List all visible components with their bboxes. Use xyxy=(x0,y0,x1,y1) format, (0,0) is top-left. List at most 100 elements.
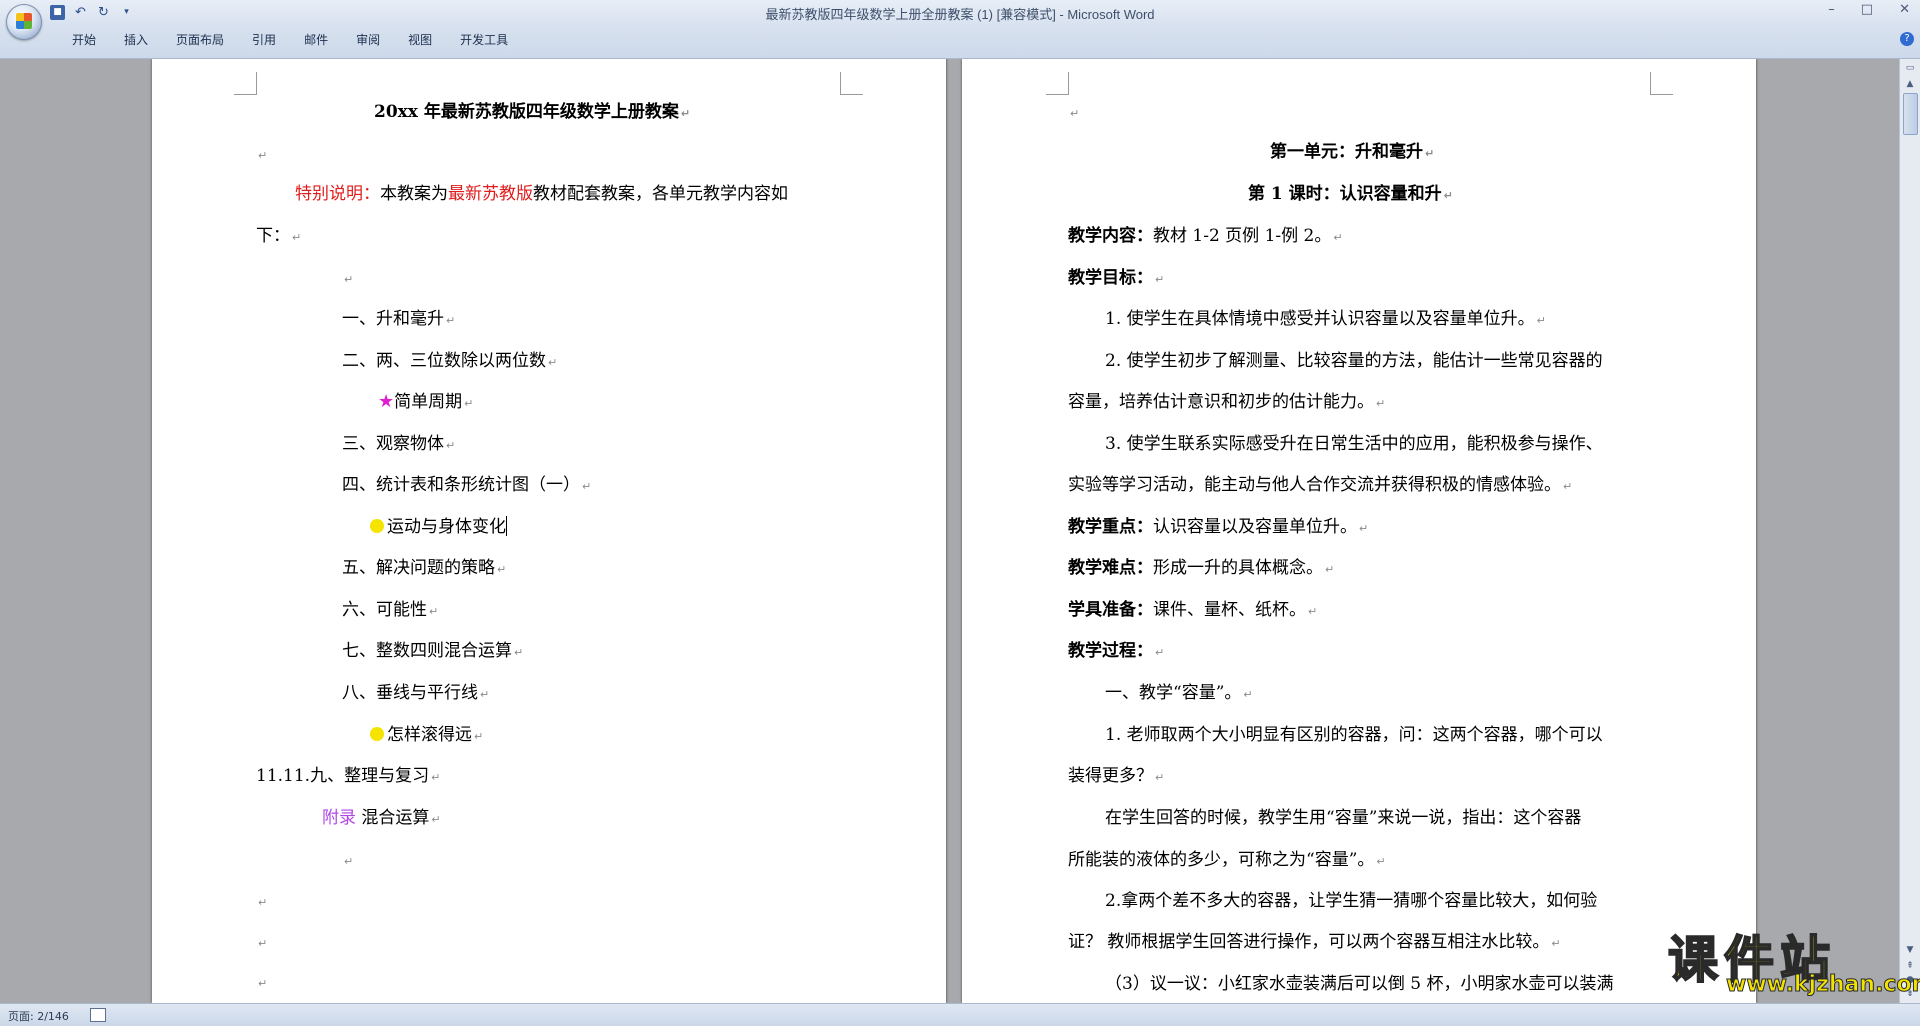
goal-item-cont: 容量，培养估计意识和初步的估计能力。 ↵ xyxy=(1068,391,1385,415)
window-title: 最新苏教版四年级数学上册全册教案 (1) [兼容模式] - Microsoft … xyxy=(765,7,1155,22)
toc-item: 七、整数四则混合运算 ↵ xyxy=(342,640,523,664)
process-text: 1. 老师取两个大小明显有区别的容器，问：这两个容器，哪个可以 xyxy=(1105,725,1603,745)
intro-continuation: 下： ↵ xyxy=(256,225,301,249)
hard-text: 形成一升的具体概念。 xyxy=(1153,558,1323,578)
page-count[interactable]: 页面: 2/146 xyxy=(8,1008,69,1024)
unit-title: 第一单元：升和毫升 ↵ xyxy=(1270,141,1434,165)
process-item: 2.拿两个差不多大的容器，让学生猜一猜哪个容量比较大，如何验 xyxy=(1105,890,1597,912)
watermark-url: www.kjzhan.com xyxy=(1726,972,1920,998)
tab-developer[interactable]: 开发工具 xyxy=(446,30,522,50)
toc-item: 五、解决问题的策略 ↵ xyxy=(342,557,506,581)
tab-references[interactable]: 引用 xyxy=(238,30,290,50)
paragraph-mark: ↵ xyxy=(344,855,354,868)
paragraph-mark: ↵ xyxy=(680,107,691,120)
empty-paragraph: ↵ xyxy=(256,971,267,995)
paragraph-mark: ↵ xyxy=(431,771,441,784)
empty-paragraph: ↵ xyxy=(256,931,267,955)
tab-insert[interactable]: 插入 xyxy=(110,30,162,50)
tab-page-layout[interactable]: 页面布局 xyxy=(162,30,238,50)
text-cursor xyxy=(506,516,507,536)
intro-red-2: 最新苏教版 xyxy=(448,184,533,204)
tools-line: 学具准备：课件、量杯、纸杯。 ↵ xyxy=(1068,599,1317,623)
empty-paragraph: ↵ xyxy=(342,849,353,873)
document-title-text: 20xx 年最新苏教版四年级数学上册教案 xyxy=(374,102,679,122)
vertical-scrollbar[interactable]: ▭ ▲ ▼ ⇞ ● ⇟ xyxy=(1899,59,1920,1003)
paragraph-mark: ↵ xyxy=(1308,605,1318,618)
tab-review[interactable]: 审阅 xyxy=(342,30,394,50)
margin-corner-top-right xyxy=(1650,72,1673,95)
toc-item: 二、两、三位数除以两位数 ↵ xyxy=(342,350,557,374)
process-item-cont: 装得更多？ ↵ xyxy=(1068,765,1164,789)
process-heading: 教学过程： ↵ xyxy=(1068,640,1164,664)
paragraph-mark: ↵ xyxy=(258,977,268,990)
appendix-text: 混合运算 xyxy=(361,808,430,828)
toc-subitem: ★简单周期 ↵ xyxy=(378,391,473,415)
toc-subitem-text: 简单周期 xyxy=(394,392,463,412)
paragraph-mark: ↵ xyxy=(464,397,474,410)
scroll-up-icon[interactable]: ▲ xyxy=(1903,77,1917,91)
ruler-toggle-icon[interactable]: ▭ xyxy=(1903,61,1917,75)
paragraph-mark: ↵ xyxy=(582,480,592,493)
appendix-label: 附录 xyxy=(322,808,356,828)
yellow-dot-icon xyxy=(370,519,384,533)
tab-view[interactable]: 视图 xyxy=(394,30,446,50)
document-workspace: 20xx 年最新苏教版四年级数学上册教案 ↵ ↵ 特别说明：本教案为最新苏教版教材… xyxy=(0,59,1900,1003)
paragraph-mark: ↵ xyxy=(548,356,558,369)
paragraph-mark: ↵ xyxy=(429,605,439,618)
paragraph-mark: ↵ xyxy=(474,730,484,743)
empty-paragraph: ↵ xyxy=(256,890,267,914)
scroll-down-icon[interactable]: ▼ xyxy=(1903,943,1917,957)
content-text: 教材 1-2 页例 1-例 2。 xyxy=(1153,226,1332,246)
paragraph-mark: ↵ xyxy=(1155,273,1165,286)
yellow-dot-icon xyxy=(370,727,384,741)
document-page-right[interactable]: ↵ 第一单元：升和毫升 ↵ 第 1 课时：认识容量和升 ↵ 教学内容：教材 1-2 … xyxy=(962,59,1756,1003)
help-icon[interactable]: ? xyxy=(1900,32,1914,46)
process-item-cont: 证？ 教师根据学生回答进行操作，可以两个容器互相注水比较。 ↵ xyxy=(1068,931,1561,955)
key-text: 认识容量以及容量单位升。 xyxy=(1153,517,1357,537)
site-watermark: 课件站 www.kjzhan.com xyxy=(1667,920,1920,1000)
paragraph-mark: ↵ xyxy=(292,231,302,244)
paragraph-mark: ↵ xyxy=(1551,937,1561,950)
toc-subitem: 怎样滚得远 ↵ xyxy=(370,724,483,748)
intro-red-label: 特别说明： xyxy=(295,184,380,204)
title-bar: ■ ↶ ↻ ▾ 最新苏教版四年级数学上册全册教案 (1) [兼容模式] - Mi… xyxy=(0,0,1920,59)
lesson-title: 第 1 课时：认识容量和升 ↵ xyxy=(1248,183,1453,207)
goal-item: 3. 使学生联系实际感受升在日常生活中的应用，能积极参与操作、 xyxy=(1105,433,1603,455)
key-point-line: 教学重点：认识容量以及容量单位升。 ↵ xyxy=(1068,516,1368,540)
paragraph-mark: ↵ xyxy=(1536,314,1546,327)
previous-page-icon[interactable]: ⇞ xyxy=(1903,959,1917,973)
lesson-title-text: 第 1 课时：认识容量和升 xyxy=(1248,184,1442,204)
empty-paragraph: ↵ xyxy=(342,267,353,291)
toc-item: 八、垂线与平行线 ↵ xyxy=(342,682,489,706)
paragraph-mark: ↵ xyxy=(258,896,268,909)
tab-mailings[interactable]: 邮件 xyxy=(290,30,342,50)
close-button[interactable]: ✕ xyxy=(1899,2,1910,17)
minimize-button[interactable]: – xyxy=(1828,2,1835,17)
process-label: 教学过程： xyxy=(1068,641,1153,661)
toc-item-text: 二、两、三位数除以两位数 xyxy=(342,351,546,371)
scroll-thumb[interactable] xyxy=(1903,93,1918,135)
process-item: 1. 老师取两个大小明显有区别的容器，问：这两个容器，哪个可以 xyxy=(1105,724,1603,746)
goal-text: 实验等学习活动，能主动与他人合作交流并获得积极的情感体验。 xyxy=(1068,475,1561,495)
empty-paragraph: ↵ xyxy=(256,143,267,167)
toc-subitem-text: 运动与身体变化 xyxy=(387,517,506,537)
maximize-button[interactable]: □ xyxy=(1861,2,1873,17)
paragraph-mark: ↵ xyxy=(431,813,441,826)
goal-item: 2. 使学生初步了解测量、比较容量的方法，能估计一些常见容器的 xyxy=(1105,350,1603,372)
goal-text: 容量，培养估计意识和初步的估计能力。 xyxy=(1068,392,1374,412)
ribbon-tabs: 开始 插入 页面布局 引用 邮件 审阅 视图 开发工具 xyxy=(58,30,522,50)
intro-text-1: 本教案为 xyxy=(380,184,448,204)
tab-home[interactable]: 开始 xyxy=(58,30,110,50)
toc-item-text: 11.11.九、整理与复习 xyxy=(256,766,430,786)
process-text: 所能装的液体的多少，可称之为“容量”。 xyxy=(1068,850,1375,870)
paragraph-mark: ↵ xyxy=(1359,522,1369,535)
tools-label: 学具准备： xyxy=(1068,600,1153,620)
document-page-left[interactable]: 20xx 年最新苏教版四年级数学上册教案 ↵ ↵ 特别说明：本教案为最新苏教版教材… xyxy=(152,59,946,1003)
star-icon: ★ xyxy=(378,391,395,412)
process-text: 证？ 教师根据学生回答进行操作，可以两个容器互相注水比较。 xyxy=(1068,932,1550,952)
toc-item: 四、统计表和条形统计图（一） ↵ xyxy=(342,474,591,498)
paragraph-mark: ↵ xyxy=(1155,646,1165,659)
content-label: 教学内容： xyxy=(1068,226,1153,246)
proofing-icon[interactable] xyxy=(90,1008,106,1022)
paragraph-mark: ↵ xyxy=(497,563,507,576)
